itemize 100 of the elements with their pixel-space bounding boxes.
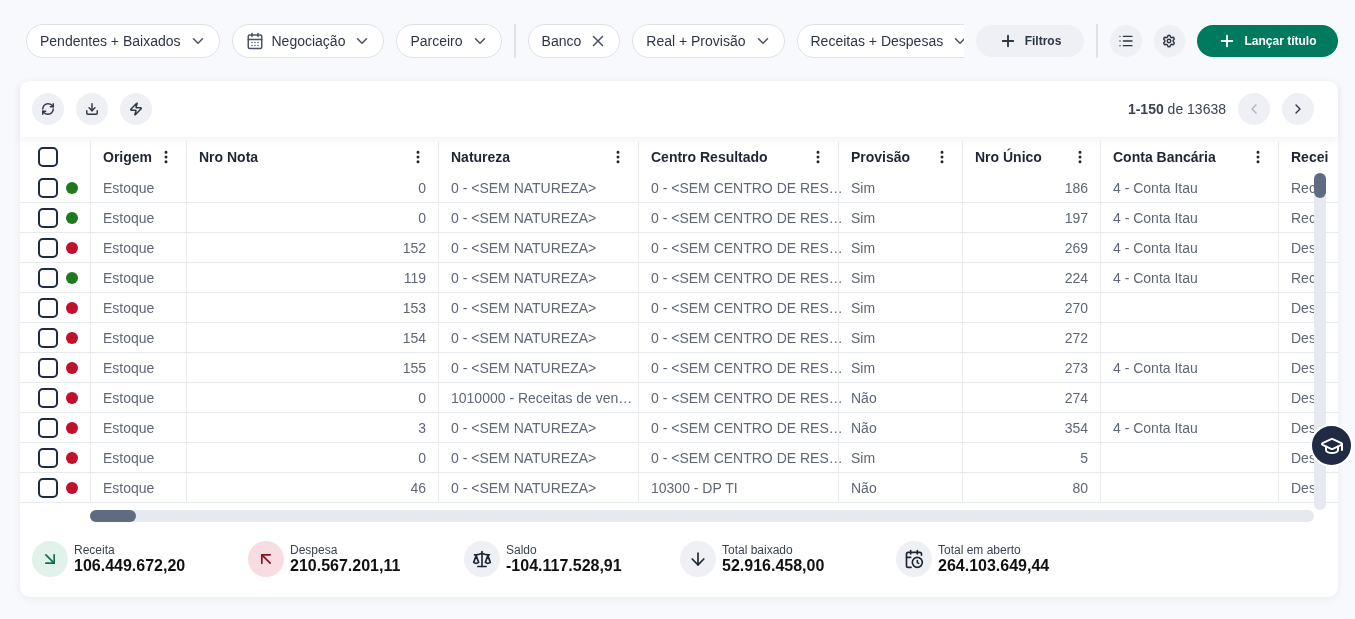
row-checkbox[interactable] bbox=[38, 297, 58, 318]
table-cell: Estoque bbox=[103, 209, 155, 226]
table-cell: 153 bbox=[402, 299, 426, 316]
table-cell: Não bbox=[851, 419, 877, 436]
row-checkbox[interactable] bbox=[38, 447, 58, 468]
filters-button[interactable]: Filtros bbox=[976, 25, 1084, 57]
table-cell: 46 bbox=[410, 479, 426, 496]
table-cell: 1010000 - Receitas de ven… bbox=[451, 389, 633, 406]
list-view-button[interactable] bbox=[1110, 25, 1142, 57]
table-cell: 4 - Conta Itau bbox=[1113, 269, 1198, 286]
column-header[interactable]: Recei bbox=[1291, 149, 1329, 165]
table-cell: Estoque bbox=[103, 479, 155, 496]
table-cell: 152 bbox=[402, 239, 426, 256]
table-cell: 0 - <SEM CENTRO DE RES… bbox=[651, 239, 843, 256]
table-cell: Não bbox=[851, 389, 877, 406]
table-cell: Estoque bbox=[103, 419, 155, 436]
table-cell: 0 - <SEM CENTRO DE RES… bbox=[651, 269, 843, 286]
table-cell: 0 - <SEM CENTRO DE RES… bbox=[651, 209, 843, 226]
table-cell: 5 bbox=[1080, 449, 1088, 466]
column-header[interactable]: Provisão bbox=[851, 149, 911, 165]
table-cell: 0 - <SEM CENTRO DE RES… bbox=[651, 419, 843, 436]
filter-chip[interactable]: Parceiro bbox=[396, 24, 502, 58]
row-checkbox[interactable] bbox=[38, 177, 58, 198]
vertical-scrollbar[interactable] bbox=[1314, 173, 1326, 510]
settings-button[interactable] bbox=[1153, 25, 1185, 57]
table-cell: Estoque bbox=[103, 239, 155, 256]
filter-chip[interactable]: Banco bbox=[527, 24, 621, 58]
row-checkbox[interactable] bbox=[38, 357, 58, 378]
table-cell: Sim bbox=[851, 179, 876, 196]
table-cell: 0 - <SEM NATUREZA> bbox=[451, 269, 597, 286]
table-cell: Estoque bbox=[103, 179, 155, 196]
table-cell: 0 - <SEM NATUREZA> bbox=[451, 209, 597, 226]
table-cell: 0 - <SEM CENTRO DE RES… bbox=[651, 179, 843, 196]
row-checkbox[interactable] bbox=[38, 327, 58, 348]
row-checkbox[interactable] bbox=[38, 477, 58, 498]
table-cell: Estoque bbox=[103, 299, 155, 316]
table-cell: Sim bbox=[851, 299, 876, 316]
table-cell: 197 bbox=[1064, 209, 1088, 226]
column-header[interactable]: Nro Único bbox=[975, 149, 1042, 165]
column-header[interactable]: Centro Resultado bbox=[651, 149, 768, 165]
column-header[interactable]: Natureza bbox=[451, 149, 511, 165]
table-cell: 269 bbox=[1064, 239, 1088, 256]
launch-title-button[interactable]: Lançar título bbox=[1197, 25, 1338, 57]
table-cell: Rec bbox=[1291, 209, 1316, 226]
column-header[interactable]: Conta Bancária bbox=[1113, 149, 1216, 165]
table-cell: 0 - <SEM NATUREZA> bbox=[451, 449, 597, 466]
filter-chip[interactable]: Receitas + Despesas bbox=[796, 24, 964, 58]
settings-icon bbox=[1162, 34, 1177, 48]
table-cell: 0 - <SEM NATUREZA> bbox=[451, 479, 597, 496]
summary-label: Total baixado bbox=[722, 543, 794, 557]
table-cell: Estoque bbox=[103, 449, 155, 466]
table-cell: 4 - Conta Itau bbox=[1113, 239, 1198, 256]
table-cell: Sim bbox=[851, 209, 876, 226]
summary-value: -104.117.528,91 bbox=[506, 557, 622, 575]
table-cell: Estoque bbox=[103, 359, 155, 376]
refresh-button[interactable] bbox=[32, 93, 64, 125]
table-cell: 0 bbox=[418, 389, 426, 406]
table-cell: 0 - <SEM CENTRO DE RES… bbox=[651, 389, 843, 406]
table-cell: 273 bbox=[1064, 359, 1088, 376]
column-header[interactable]: Nro Nota bbox=[199, 149, 259, 165]
table-cell: 186 bbox=[1064, 179, 1088, 196]
table-cell: Não bbox=[851, 479, 877, 496]
download-button[interactable] bbox=[76, 93, 108, 125]
row-checkbox[interactable] bbox=[38, 237, 58, 258]
select-all-checkbox[interactable] bbox=[38, 147, 58, 167]
filter-chip[interactable]: Real + Provisão bbox=[632, 24, 785, 58]
table-cell: 119 bbox=[403, 269, 426, 286]
table-cell: 0 - <SEM NATUREZA> bbox=[451, 239, 597, 256]
table-cell: 272 bbox=[1064, 329, 1088, 346]
summary-value: 264.103.649,44 bbox=[938, 557, 1050, 575]
summary-label: Despesa bbox=[290, 543, 339, 557]
horizontal-scrollbar[interactable] bbox=[90, 510, 1314, 522]
table-cell: 0 - <SEM CENTRO DE RES… bbox=[651, 299, 843, 316]
table-cell: 3 bbox=[418, 419, 426, 436]
row-checkbox[interactable] bbox=[38, 417, 58, 438]
table-cell: Sim bbox=[851, 359, 876, 376]
summary-label: Receita bbox=[74, 543, 116, 557]
table-cell: Sim bbox=[851, 239, 876, 256]
action-button[interactable] bbox=[120, 93, 152, 125]
table-cell: 0 - <SEM CENTRO DE RES… bbox=[651, 359, 843, 376]
next-page-button[interactable] bbox=[1282, 93, 1314, 125]
table-cell: 4 - Conta Itau bbox=[1113, 359, 1198, 376]
row-checkbox[interactable] bbox=[38, 267, 58, 288]
table-cell: 4 - Conta Itau bbox=[1113, 419, 1198, 436]
table-cell: 270 bbox=[1064, 299, 1088, 316]
table-cell: 80 bbox=[1072, 479, 1088, 496]
table-cell: 274 bbox=[1064, 389, 1088, 406]
column-header[interactable]: Origem bbox=[103, 149, 152, 165]
table-cell: 0 - <SEM CENTRO DE RES… bbox=[651, 329, 843, 346]
download-icon bbox=[85, 102, 99, 116]
calendar-icon bbox=[245, 32, 264, 50]
filter-chip[interactable]: Pendentes + Baixados bbox=[26, 24, 220, 58]
table-cell: 10300 - DP TI bbox=[651, 479, 738, 496]
row-checkbox[interactable] bbox=[38, 207, 58, 228]
row-checkbox[interactable] bbox=[38, 387, 58, 408]
table-cell: Rec bbox=[1291, 269, 1316, 286]
table-cell: 155 bbox=[402, 359, 426, 376]
refresh-icon bbox=[41, 102, 55, 116]
filter-chip[interactable]: Negociação bbox=[231, 24, 385, 58]
scale-icon bbox=[472, 549, 492, 569]
